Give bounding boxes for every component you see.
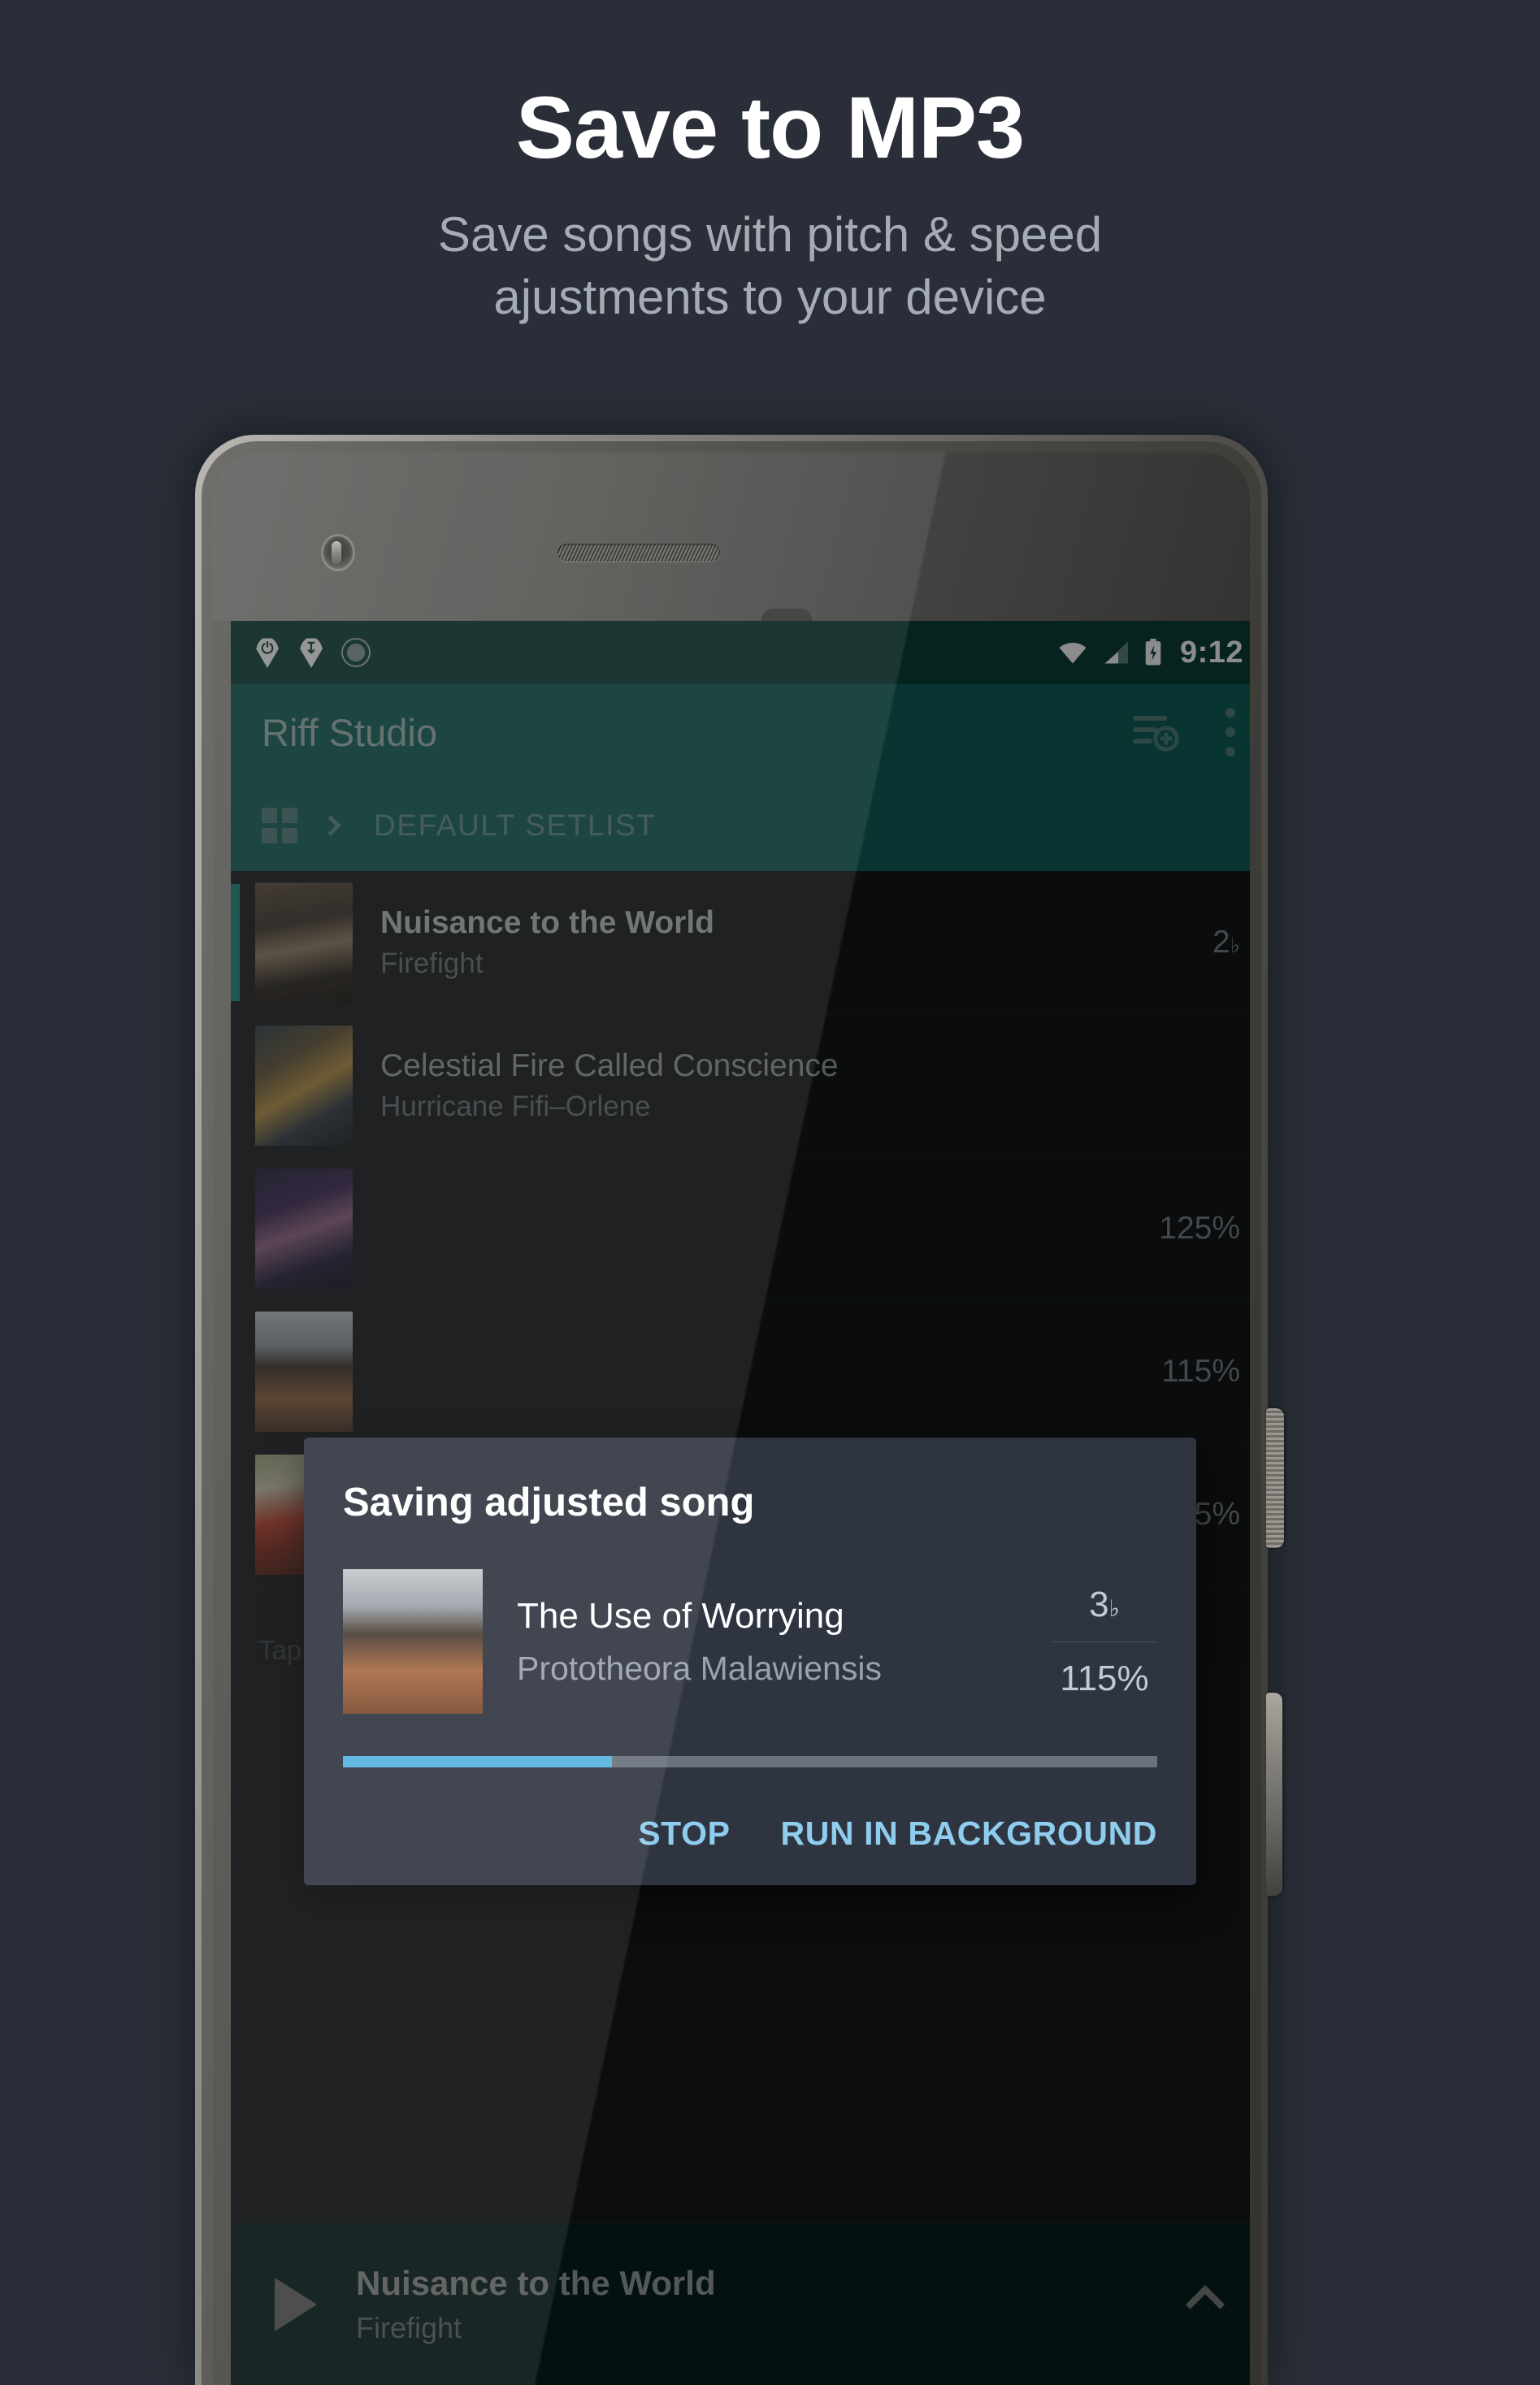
promo-title: Save to MP3 [515,78,1025,176]
power-button[interactable] [1266,1408,1284,1548]
dialog-actions: STOP RUN IN BACKGROUND [343,1815,1157,1861]
run-in-background-button[interactable]: RUN IN BACKGROUND [781,1815,1157,1853]
earpiece-speaker-icon [557,544,720,562]
volume-button[interactable] [1266,1693,1282,1896]
dialog-speed: 115% [1060,1658,1149,1698]
dialog-pitch: 3♭ [1052,1585,1157,1642]
promo-subtitle-line1: Save songs with pitch & speed [437,207,1103,262]
promo-subtitle: Save songs with pitch & speed ajustments… [0,204,1540,329]
phone-screen: ⏻ ↧ 9:12 Riff Studio DEFAULT SETLIST Nui… [231,621,1250,2385]
progress-bar-fill [343,1756,612,1767]
phone-top-bezel [213,453,1250,635]
dialog-song-title: The Use of Worrying [517,1595,844,1636]
dialog-title: Saving adjusted song [343,1481,755,1524]
front-camera-icon [321,534,355,571]
dialog-album-art [343,1569,483,1714]
stop-button[interactable]: STOP [638,1815,730,1853]
dialog-adjustments: 3♭ 115% [1052,1585,1157,1699]
dialog-song-artist: Prototheora Malawiensis [517,1649,882,1687]
saving-dialog: Saving adjusted song The Use of Worrying… [304,1438,1196,1885]
dialog-song-row: The Use of Worrying Prototheora Malawien… [343,1569,1157,1714]
phone-mockup: ⏻ ↧ 9:12 Riff Studio DEFAULT SETLIST Nui… [195,435,1349,2385]
phone-front: ⏻ ↧ 9:12 Riff Studio DEFAULT SETLIST Nui… [213,453,1250,2385]
promo-subtitle-line2: ajustments to your device [493,270,1047,325]
dialog-song-meta: The Use of Worrying Prototheora Malawien… [517,1596,1052,1688]
promo-header: Save to MP3 Save songs with pitch & spee… [0,0,1540,329]
progress-bar [343,1756,1157,1767]
